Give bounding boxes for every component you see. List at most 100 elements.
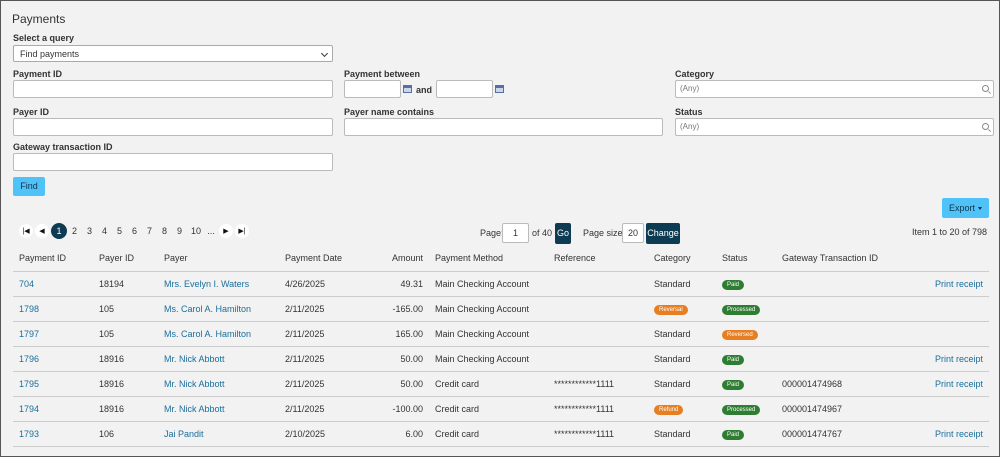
page-number-input[interactable]: 1 bbox=[502, 223, 529, 243]
payer-link-text[interactable]: Ms. Carol A. Hamilton bbox=[164, 329, 251, 339]
page-link-5[interactable]: 5 bbox=[112, 223, 127, 239]
col-header-gateway-id[interactable]: Gateway Transaction ID bbox=[776, 246, 898, 272]
payment-id-link[interactable]: 1798 bbox=[13, 296, 93, 322]
col-header-amount[interactable]: Amount bbox=[368, 246, 429, 272]
export-button[interactable]: Export bbox=[942, 198, 989, 218]
payer-id-cell: 18916 bbox=[93, 371, 158, 397]
category-cell-text: Standard bbox=[654, 328, 691, 339]
payment-id-link[interactable]: 1793 bbox=[13, 421, 93, 447]
status-select[interactable]: (Any) bbox=[675, 118, 994, 136]
print-receipt-link-text[interactable]: Print receipt bbox=[935, 429, 983, 439]
caret-down-icon bbox=[978, 207, 982, 211]
col-header-status[interactable]: Status bbox=[716, 246, 776, 272]
payment-id-link-text[interactable]: 1798 bbox=[19, 304, 39, 314]
status-cell: Processed bbox=[716, 396, 776, 422]
payer-link-text[interactable]: Jai Pandit bbox=[164, 429, 204, 439]
first-page-icon[interactable]: |◀ bbox=[19, 224, 33, 238]
change-button[interactable]: Change bbox=[646, 223, 680, 244]
print-receipt-link-text[interactable]: Print receipt bbox=[935, 279, 983, 289]
category-select[interactable]: (Any) bbox=[675, 80, 994, 98]
col-header-payment-date[interactable]: Payment Date bbox=[279, 246, 368, 272]
payment-id-link[interactable]: 1796 bbox=[13, 346, 93, 372]
print-receipt-link[interactable]: Print receipt bbox=[898, 421, 989, 447]
payment-id-link[interactable]: 704 bbox=[13, 271, 93, 297]
payment-id-link-text[interactable]: 1795 bbox=[19, 379, 39, 389]
page-link-9[interactable]: 9 bbox=[172, 223, 187, 239]
print-receipt-link[interactable]: Print receipt bbox=[898, 271, 989, 297]
print-receipt-link[interactable]: Print receipt bbox=[898, 346, 989, 372]
print-receipt-link[interactable] bbox=[898, 321, 989, 347]
payment-id-link-text[interactable]: 1796 bbox=[19, 354, 39, 364]
payer-link[interactable]: Ms. Carol A. Hamilton bbox=[158, 296, 279, 322]
category-cell: Standard bbox=[648, 346, 716, 372]
page-link-4[interactable]: 4 bbox=[97, 223, 112, 239]
payment-date-cell: 2/11/2025 bbox=[279, 396, 368, 422]
page-size-input[interactable]: 20 bbox=[622, 223, 644, 243]
payer-link[interactable]: Mr. Nick Abbott bbox=[158, 396, 279, 422]
payer-link[interactable]: Mr. Nick Abbott bbox=[158, 346, 279, 372]
query-select[interactable]: Find payments bbox=[13, 45, 333, 62]
col-header-payment-id[interactable]: Payment ID bbox=[13, 246, 93, 272]
payer-name-input[interactable] bbox=[344, 118, 663, 136]
reference-cell: ************1111 bbox=[548, 371, 648, 397]
last-page-icon[interactable]: ▶| bbox=[235, 224, 249, 238]
print-receipt-link[interactable] bbox=[898, 296, 989, 322]
payment-id-link-text[interactable]: 1793 bbox=[19, 429, 39, 439]
col-header-reference[interactable]: Reference bbox=[548, 246, 648, 272]
payer-id-cell: 105 bbox=[93, 321, 158, 347]
payment-id-link-text[interactable]: 1794 bbox=[19, 404, 39, 414]
payer-id-cell: 105 bbox=[93, 296, 158, 322]
payer-link[interactable]: Ms. Carol A. Hamilton bbox=[158, 321, 279, 347]
table-row: 1798 105 Ms. Carol A. Hamilton 2/11/2025 -16… bbox=[13, 296, 989, 322]
page-count: of 40 bbox=[532, 228, 553, 238]
page-link-3[interactable]: 3 bbox=[82, 223, 97, 239]
payment-id-link[interactable]: 1794 bbox=[13, 396, 93, 422]
print-receipt-link[interactable] bbox=[898, 396, 989, 422]
payer-id-input[interactable] bbox=[13, 118, 333, 136]
payer-id-cell: 106 bbox=[93, 421, 158, 447]
page-link-1[interactable]: 1 bbox=[51, 223, 67, 239]
prev-page-icon[interactable]: ◀ bbox=[35, 224, 49, 238]
category-cell: Refund bbox=[648, 396, 716, 422]
payer-link-text[interactable]: Mr. Nick Abbott bbox=[164, 354, 225, 364]
page-link-10[interactable]: 10 bbox=[187, 223, 205, 239]
payer-link-text[interactable]: Mr. Nick Abbott bbox=[164, 404, 225, 414]
payer-link-text[interactable]: Ms. Carol A. Hamilton bbox=[164, 304, 251, 314]
payer-link[interactable]: Mrs. Evelyn I. Waters bbox=[158, 271, 279, 297]
payment-id-link-text[interactable]: 1797 bbox=[19, 329, 39, 339]
payment-to-date-input[interactable] bbox=[436, 80, 493, 98]
payment-id-label: Payment ID bbox=[13, 69, 63, 79]
payer-link-text[interactable]: Mrs. Evelyn I. Waters bbox=[164, 279, 249, 289]
table-header-row: Payment ID Payer ID Payer Payment Date A… bbox=[13, 246, 989, 272]
col-header-payment-method[interactable]: Payment Method bbox=[429, 246, 548, 272]
payment-from-date-input[interactable] bbox=[344, 80, 401, 98]
col-header-category[interactable]: Category bbox=[648, 246, 716, 272]
payer-link[interactable]: Mr. Nick Abbott bbox=[158, 371, 279, 397]
gateway-id-cell bbox=[776, 296, 898, 322]
col-header-payer[interactable]: Payer bbox=[158, 246, 279, 272]
payment-id-link[interactable]: 1795 bbox=[13, 371, 93, 397]
payment-id-link-text[interactable]: 704 bbox=[19, 279, 34, 289]
print-receipt-link-text[interactable]: Print receipt bbox=[935, 354, 983, 364]
payment-between-label: Payment between bbox=[344, 69, 421, 79]
print-receipt-link[interactable]: Print receipt bbox=[898, 371, 989, 397]
payment-id-link[interactable]: 1797 bbox=[13, 321, 93, 347]
page-link-2[interactable]: 2 bbox=[67, 223, 82, 239]
go-button[interactable]: Go bbox=[555, 223, 571, 244]
calendar-icon[interactable] bbox=[403, 85, 412, 93]
payment-id-input[interactable] bbox=[13, 80, 333, 98]
payer-link[interactable]: Jai Pandit bbox=[158, 421, 279, 447]
next-page-icon[interactable]: ▶ bbox=[219, 224, 233, 238]
calendar-icon[interactable] bbox=[495, 85, 504, 93]
page-link-7[interactable]: 7 bbox=[142, 223, 157, 239]
find-button[interactable]: Find bbox=[13, 177, 45, 196]
col-header-payer-id[interactable]: Payer ID bbox=[93, 246, 158, 272]
page-link-6[interactable]: 6 bbox=[127, 223, 142, 239]
payment-method-cell: Main Checking Account bbox=[429, 346, 548, 372]
status-badge: Reversal bbox=[654, 304, 688, 315]
gateway-input[interactable] bbox=[13, 153, 333, 171]
payer-link-text[interactable]: Mr. Nick Abbott bbox=[164, 379, 225, 389]
amount-cell-text: 50.00 bbox=[400, 378, 423, 389]
print-receipt-link-text[interactable]: Print receipt bbox=[935, 379, 983, 389]
page-link-8[interactable]: 8 bbox=[157, 223, 172, 239]
